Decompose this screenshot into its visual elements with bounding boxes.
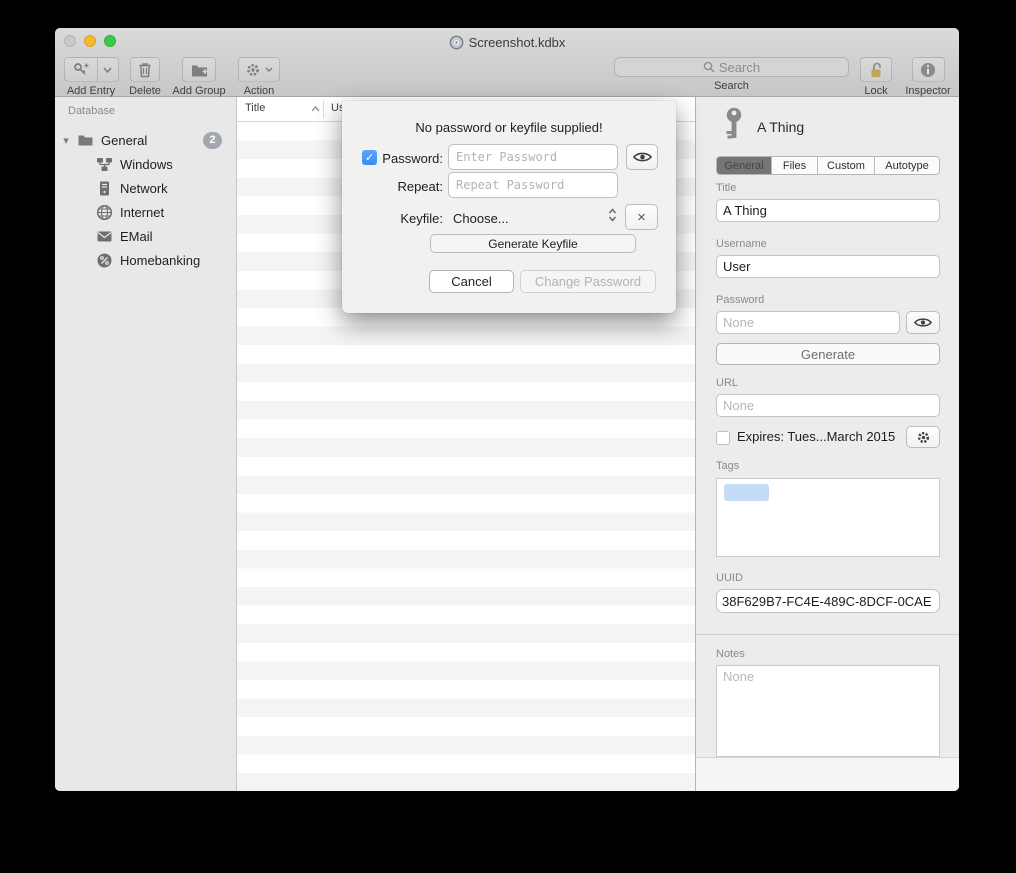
globe-icon [96, 204, 113, 221]
expires-label: Expires: Tues...March 2015 [737, 429, 895, 444]
folder-plus-icon [191, 63, 208, 77]
generate-password-button[interactable]: Generate [716, 343, 940, 365]
server-icon [96, 180, 113, 197]
key-icon [723, 107, 745, 143]
eye-icon [633, 151, 652, 163]
sidebar-item-label: Network [120, 181, 168, 196]
tab-general[interactable]: General [717, 157, 772, 174]
window-title: Screenshot.kdbx [469, 35, 566, 50]
chevron-down-icon [265, 67, 273, 72]
lock-button[interactable] [860, 57, 892, 82]
sidebar-item-label: Homebanking [120, 253, 200, 268]
tab-custom[interactable]: Custom [818, 157, 875, 174]
expires-checkbox[interactable] [716, 431, 730, 445]
entry-title: A Thing [757, 119, 804, 135]
title-field-label: Title [716, 182, 736, 194]
inspector-label: Inspector [905, 85, 950, 97]
sheet-password-label: Password: [342, 151, 443, 166]
x-icon: × [637, 209, 646, 226]
sidebar-item-general[interactable]: ▾ General 2 [55, 129, 236, 151]
keyfile-popup[interactable]: Choose... [453, 211, 509, 226]
sidebar-item-label: General [101, 133, 147, 148]
sort-ascending-icon [311, 106, 320, 112]
gear-icon [245, 62, 261, 78]
column-separator[interactable] [323, 100, 324, 118]
sidebar-section-header: Database [68, 105, 115, 117]
inspector-tabs: General Files Custom Autotype [716, 156, 940, 175]
trash-icon [138, 62, 152, 78]
delete-label: Delete [129, 85, 161, 97]
search-placeholder: Search [719, 60, 760, 75]
change-password-button[interactable]: Change Password [520, 270, 656, 293]
url-field-label: URL [716, 377, 738, 389]
password-field[interactable] [716, 311, 900, 334]
notes-field[interactable] [716, 665, 940, 757]
tags-field[interactable] [716, 478, 940, 557]
add-entry-dropdown[interactable] [98, 57, 119, 82]
search-input[interactable]: Search [614, 57, 849, 77]
envelope-icon [96, 228, 113, 245]
chevron-down-icon [103, 67, 112, 73]
inspector-footer [696, 757, 959, 791]
notes-label: Notes [716, 648, 745, 660]
inspector-divider [696, 634, 959, 635]
uuid-field[interactable] [716, 589, 940, 613]
stepper-icon[interactable] [608, 208, 617, 222]
sidebar-item-label: Internet [120, 205, 164, 220]
delete-button[interactable] [130, 57, 160, 82]
lock-label: Lock [864, 85, 887, 97]
title-field[interactable] [716, 199, 940, 222]
search-label: Search [714, 80, 749, 92]
add-entry-label: Add Entry [67, 85, 115, 97]
uuid-label: UUID [716, 572, 743, 584]
info-icon [920, 62, 936, 78]
sheet-show-password-button[interactable] [626, 144, 658, 170]
disclosure-triangle-icon[interactable]: ▾ [59, 134, 73, 147]
username-field[interactable] [716, 255, 940, 278]
column-header-title[interactable]: Title [245, 102, 265, 114]
action-label: Action [244, 85, 275, 97]
percent-icon [96, 252, 113, 269]
eye-icon [914, 317, 932, 328]
window-chrome: Screenshot.kdbx Add Entry [55, 28, 959, 97]
cancel-button[interactable]: Cancel [429, 270, 514, 293]
network-computers-icon [96, 156, 113, 173]
gear-icon [916, 430, 931, 445]
clear-keyfile-button[interactable]: × [625, 204, 658, 230]
entry-count-badge: 2 [203, 132, 222, 149]
titlebar: Screenshot.kdbx [55, 33, 959, 51]
username-field-label: Username [716, 238, 767, 250]
sidebar-item-label: Windows [120, 157, 173, 172]
app-window: Screenshot.kdbx Add Entry [55, 28, 959, 791]
inspector-panel: A Thing General Files Custom Autotype Ti… [695, 97, 959, 791]
sidebar-item-label: EMail [120, 229, 153, 244]
sheet-password-input[interactable] [448, 144, 618, 170]
document-icon [449, 35, 464, 50]
add-group-button[interactable] [182, 57, 216, 82]
unlocked-padlock-icon [869, 62, 884, 78]
tab-autotype[interactable]: Autotype [875, 157, 939, 174]
key-plus-icon [64, 57, 98, 82]
url-field[interactable] [716, 394, 940, 417]
tab-files[interactable]: Files [772, 157, 818, 174]
generate-keyfile-button[interactable]: Generate Keyfile [430, 234, 636, 253]
show-password-button[interactable] [906, 311, 940, 334]
tag-token[interactable] [724, 484, 769, 501]
sheet-repeat-input[interactable] [448, 172, 618, 198]
add-entry-button[interactable] [64, 57, 119, 82]
action-button[interactable] [238, 57, 280, 82]
folder-icon [77, 132, 94, 149]
sheet-repeat-label: Repeat: [342, 179, 443, 194]
expires-settings-button[interactable] [906, 426, 940, 448]
sheet-warning-message: No password or keyfile supplied! [342, 120, 676, 135]
password-field-label: Password [716, 294, 764, 306]
add-group-label: Add Group [172, 85, 225, 97]
inspector-button[interactable] [912, 57, 945, 82]
change-password-sheet: No password or keyfile supplied! ✓ Passw… [342, 101, 676, 313]
tags-label: Tags [716, 460, 739, 472]
sidebar: Database ▾ General 2 Windows [55, 97, 237, 791]
search-icon [703, 61, 715, 73]
sheet-keyfile-label: Keyfile: [342, 211, 443, 226]
